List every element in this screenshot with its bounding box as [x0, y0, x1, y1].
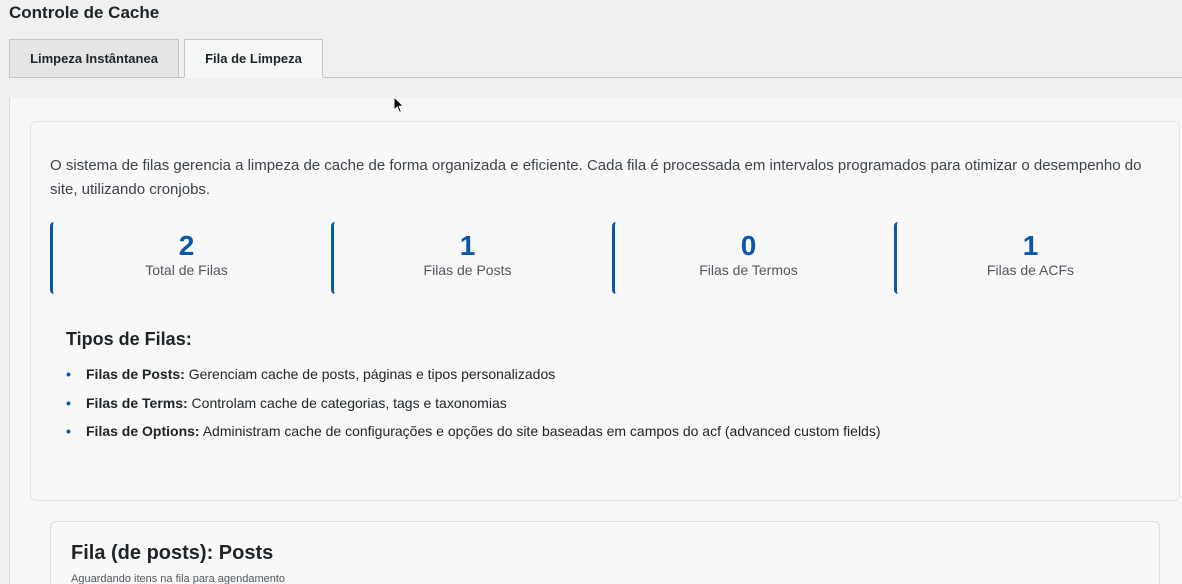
list-item: • Filas de Options: Administram cache de… — [66, 417, 881, 446]
mouse-pointer-icon — [393, 96, 405, 114]
list-item: • Filas de Terms: Controlam cache de cat… — [66, 389, 881, 418]
list-item-term: Filas de Posts: — [86, 366, 185, 382]
queue-types-heading: Tipos de Filas: — [66, 329, 192, 349]
queue-card-posts: Fila (de posts): Posts Aguardando itens … — [50, 521, 1160, 584]
stat-label: Filas de Termos — [699, 262, 798, 278]
queue-status: Aguardando itens na fila para agendament… — [71, 573, 286, 584]
queue-system-description: O sistema de filas gerencia a limpeza de… — [50, 157, 1142, 198]
list-item-text: Gerenciam cache de posts, páginas e tipo… — [184, 366, 556, 382]
tab-fila-de-limpeza[interactable]: Fila de Limpeza — [184, 39, 323, 78]
tab-limpeza-instantanea[interactable]: Limpeza Instântanea — [9, 39, 179, 77]
queue-title: Fila (de posts): Posts — [71, 542, 274, 564]
stat-label: Filas de ACFs — [986, 262, 1075, 278]
stat-value: 1 — [459, 230, 476, 261]
stat-filas-de-termos: 0 Filas de Termos — [612, 222, 882, 294]
bullet-dot-icon: • — [66, 394, 71, 411]
list-item-term: Filas de Options: — [86, 423, 200, 439]
bullet-dot-icon: • — [66, 423, 71, 439]
page-title: Controle de Cache — [9, 3, 160, 22]
queue-types-list: • Filas de Posts: Gerenciam cache de pos… — [66, 360, 881, 446]
list-item-text: Controlam cache de categorias, tags e ta… — [187, 394, 507, 411]
list-item: • Filas de Posts: Gerenciam cache de pos… — [66, 360, 881, 389]
list-item-text: Administram cache de configurações e opç… — [199, 423, 881, 439]
stat-value: 1 — [1022, 230, 1039, 261]
stat-label: Total de Filas — [145, 262, 228, 278]
stat-filas-de-acfs: 1 Filas de ACFs — [894, 222, 1164, 294]
stat-filas-de-posts: 1 Filas de Posts — [331, 222, 601, 294]
list-item-term: Filas de Terms: — [86, 394, 188, 411]
stat-total-filas: 2 Total de Filas — [50, 222, 320, 294]
tab-bar: Limpeza Instântanea Fila de Limpeza — [9, 39, 1182, 78]
stat-value: 2 — [178, 230, 195, 261]
stat-value: 0 — [740, 230, 757, 261]
bullet-dot-icon: • — [66, 366, 71, 382]
stat-label: Filas de Posts — [423, 262, 512, 278]
